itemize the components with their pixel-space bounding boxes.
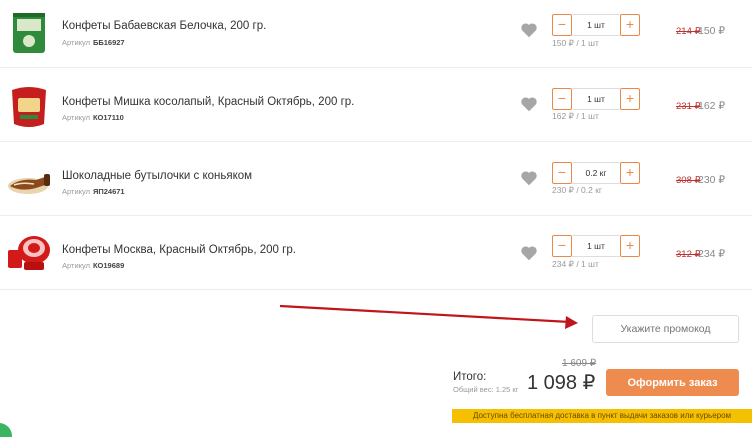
- promo-code-input[interactable]: [592, 315, 739, 343]
- heart-icon[interactable]: [520, 170, 538, 186]
- quantity-value[interactable]: 0.2 кг: [572, 162, 620, 184]
- cart-item: Конфеты Бабаевская Белочка, 200 гр. Арти…: [0, 0, 752, 68]
- plus-icon[interactable]: +: [620, 235, 640, 257]
- old-price: 214 ₽: [676, 26, 701, 37]
- price: 150 ₽: [698, 25, 726, 37]
- product-sku: Артикул ЯП24671: [62, 187, 125, 196]
- quantity-stepper[interactable]: − 1 шт +: [552, 88, 640, 110]
- product-name[interactable]: Шоколадные бутылочки с коньяком: [62, 170, 252, 182]
- old-price: 312 ₽: [676, 249, 701, 260]
- checkout-button[interactable]: Оформить заказ: [606, 369, 739, 396]
- minus-icon[interactable]: −: [552, 88, 572, 110]
- cart-item: Конфеты Москва, Красный Октябрь, 200 гр.…: [0, 216, 752, 290]
- quantity-value[interactable]: 1 шт: [572, 14, 620, 36]
- chat-widget-icon[interactable]: [0, 423, 12, 437]
- quantity-stepper[interactable]: − 0.2 кг +: [552, 162, 640, 184]
- plus-icon[interactable]: +: [620, 88, 640, 110]
- product-sku: Артикул КО19689: [62, 261, 125, 270]
- old-price: 308 ₽: [676, 175, 701, 186]
- old-price: 231 ₽: [676, 101, 701, 112]
- unit-price: 234 ₽ / 1 шт: [552, 259, 599, 269]
- unit-price: 150 ₽ / 1 шт: [552, 38, 599, 48]
- total-weight: Общий вес: 1.25 кг: [453, 385, 519, 394]
- product-image[interactable]: [6, 158, 52, 204]
- product-name[interactable]: Конфеты Москва, Красный Октябрь, 200 гр.: [62, 244, 296, 256]
- product-image[interactable]: [6, 228, 52, 274]
- minus-icon[interactable]: −: [552, 162, 572, 184]
- product-sku: Артикул КО17110: [62, 113, 124, 122]
- product-sku: Артикул ББ16927: [62, 38, 125, 47]
- product-name[interactable]: Конфеты Бабаевская Белочка, 200 гр.: [62, 20, 266, 32]
- unit-price: 162 ₽ / 1 шт: [552, 111, 599, 121]
- plus-icon[interactable]: +: [620, 14, 640, 36]
- old-total: 1 609 ₽: [562, 358, 597, 369]
- quantity-value[interactable]: 1 шт: [572, 235, 620, 257]
- quantity-value[interactable]: 1 шт: [572, 88, 620, 110]
- heart-icon[interactable]: [520, 96, 538, 112]
- unit-price: 230 ₽ / 0.2 кг: [552, 185, 603, 195]
- total-price: 1 098 ₽: [527, 372, 596, 394]
- price: 162 ₽: [698, 100, 726, 112]
- heart-icon[interactable]: [520, 22, 538, 38]
- price: 230 ₽: [698, 174, 726, 186]
- cart-item: Шоколадные бутылочки с коньяком Артикул Я…: [0, 142, 752, 216]
- total-label: Итого:: [453, 371, 487, 383]
- minus-icon[interactable]: −: [552, 14, 572, 36]
- minus-icon[interactable]: −: [552, 235, 572, 257]
- plus-icon[interactable]: +: [620, 162, 640, 184]
- product-image[interactable]: [6, 84, 52, 130]
- quantity-stepper[interactable]: − 1 шт +: [552, 14, 640, 36]
- price: 234 ₽: [698, 248, 726, 260]
- quantity-stepper[interactable]: − 1 шт +: [552, 235, 640, 257]
- delivery-banner: Доступна бесплатная доставка в пункт выд…: [452, 409, 752, 423]
- annotation-arrow: [279, 304, 578, 329]
- product-image[interactable]: [6, 10, 52, 56]
- heart-icon[interactable]: [520, 245, 538, 261]
- product-name[interactable]: Конфеты Мишка косолапый, Красный Октябрь…: [62, 96, 354, 108]
- cart-item: Конфеты Мишка косолапый, Красный Октябрь…: [0, 68, 752, 142]
